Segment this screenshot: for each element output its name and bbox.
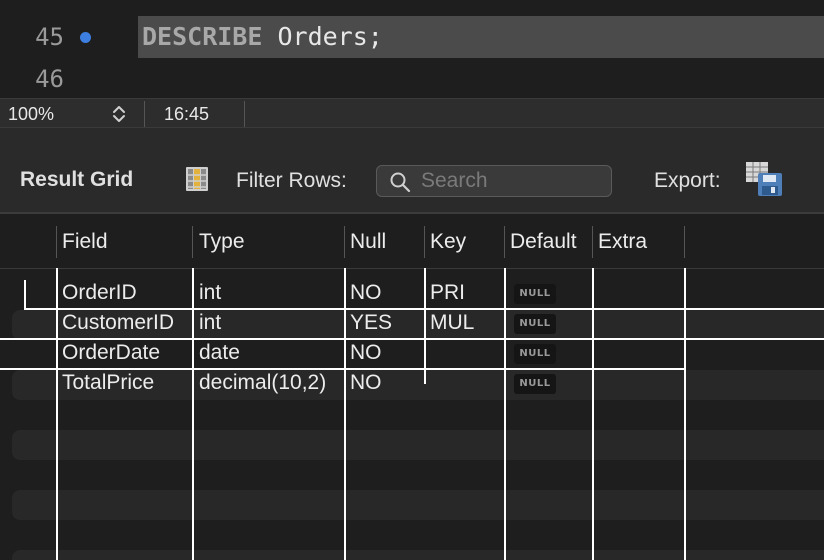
sql-statement[interactable]: DESCRIBE Orders;: [142, 16, 383, 58]
line-number: 45: [35, 23, 64, 51]
sql-editor[interactable]: 45 DESCRIBE Orders; 46: [0, 0, 824, 98]
stepper-icon[interactable]: [108, 103, 130, 125]
column-header-field[interactable]: Field: [62, 230, 108, 254]
sql-text: Orders;: [262, 22, 383, 51]
result-toolbar: Result Grid Filter Rows: Export:: [0, 128, 824, 214]
null-badge[interactable]: NULL: [514, 314, 556, 334]
editor-line-46[interactable]: 46: [0, 58, 824, 98]
search-input[interactable]: [421, 166, 607, 196]
table-cell-null[interactable]: NO: [350, 371, 382, 395]
grid-line: [0, 368, 684, 370]
table-cell-null[interactable]: NO: [350, 281, 382, 305]
column-header-extra[interactable]: Extra: [598, 230, 647, 254]
grid-stripe: [12, 490, 824, 520]
zoom-level: 100%: [8, 104, 55, 124]
table-cell-key[interactable]: PRI: [430, 281, 465, 305]
table-cell-type[interactable]: decimal(10,2): [199, 371, 326, 395]
table-cell-field[interactable]: OrderID: [62, 281, 137, 305]
result-grid[interactable]: Field Type Null Key Default Extra OrderI…: [0, 214, 824, 560]
table-cell-key[interactable]: MUL: [430, 311, 474, 335]
filter-search-box[interactable]: [376, 165, 612, 197]
table-cell-field[interactable]: TotalPrice: [62, 371, 154, 395]
grid-line: [424, 268, 426, 384]
column-header-type[interactable]: Type: [199, 230, 245, 254]
grid-line: [344, 268, 346, 560]
grid-line: [24, 280, 26, 310]
column-header-key[interactable]: Key: [430, 230, 466, 254]
header-bottom-border: [0, 268, 824, 269]
grid-line: [192, 268, 194, 560]
grid-icon[interactable]: [184, 166, 210, 192]
divider: [244, 101, 245, 127]
header-divider: [424, 226, 425, 258]
divider: [144, 101, 145, 127]
table-cell-null[interactable]: YES: [350, 311, 392, 335]
grid-line: [504, 268, 506, 560]
breakpoint-marker-icon[interactable]: [80, 32, 91, 43]
table-cell-null[interactable]: NO: [350, 341, 382, 365]
table-cell-field[interactable]: OrderDate: [62, 341, 160, 365]
line-number: 46: [35, 65, 64, 93]
null-badge[interactable]: NULL: [514, 284, 556, 304]
column-header-default[interactable]: Default: [510, 230, 577, 254]
grid-line: [56, 268, 58, 560]
editor-line-partial: [0, 0, 824, 14]
search-icon: [390, 172, 411, 193]
table-cell-type[interactable]: date: [199, 341, 240, 365]
grid-stripe: [12, 550, 824, 560]
column-header-null[interactable]: Null: [350, 230, 386, 254]
header-divider: [344, 226, 345, 258]
cursor-position: 16:45: [164, 104, 210, 124]
grid-line: [684, 268, 686, 560]
null-badge[interactable]: NULL: [514, 344, 556, 364]
export-label: Export:: [654, 169, 721, 192]
result-grid-label[interactable]: Result Grid: [20, 168, 133, 192]
table-cell-type[interactable]: int: [199, 281, 221, 305]
export-icon[interactable]: [744, 161, 784, 197]
table-cell-field[interactable]: CustomerID: [62, 311, 174, 335]
header-divider: [684, 226, 685, 258]
grid-line: [24, 308, 824, 310]
header-divider: [56, 226, 57, 258]
grid-line: [592, 268, 594, 560]
editor-line-45[interactable]: 45 DESCRIBE Orders;: [0, 16, 824, 58]
editor-status-bar: 100% 16:45: [0, 98, 824, 128]
header-divider: [504, 226, 505, 258]
header-divider: [592, 226, 593, 258]
null-badge[interactable]: NULL: [514, 374, 556, 394]
header-divider: [192, 226, 193, 258]
table-cell-type[interactable]: int: [199, 311, 221, 335]
sql-keyword: DESCRIBE: [142, 22, 263, 51]
grid-stripe: [12, 430, 824, 460]
filter-rows-label: Filter Rows:: [236, 169, 347, 192]
grid-line: [0, 338, 824, 340]
